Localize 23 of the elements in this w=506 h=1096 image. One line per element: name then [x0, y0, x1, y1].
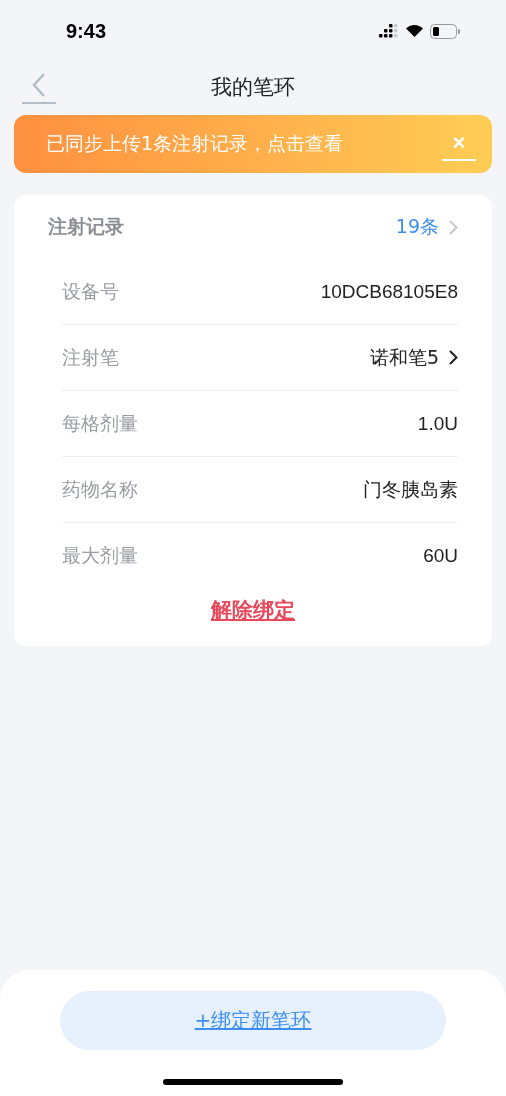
row-label: 注射笔: [62, 344, 119, 370]
bind-button[interactable]: +绑定新笔环: [60, 991, 446, 1050]
row-value: 10DCB68105E8: [320, 280, 458, 303]
row-label: 药物名称: [62, 476, 138, 502]
chevron-icon: [449, 219, 458, 235]
row-value: 1.0U: [417, 412, 458, 435]
battery-icon: [430, 23, 460, 39]
row-label: 每格剂量: [62, 410, 138, 436]
row-label: 设备号: [62, 278, 119, 304]
chevron-icon: [449, 350, 458, 365]
section-title: 注射记录: [48, 214, 124, 239]
banner-text: 已同步上传1条注射记录，点击查看: [46, 131, 344, 156]
unbind-link[interactable]: 解除绑定: [211, 596, 295, 624]
records-link[interactable]: 19条: [395, 214, 458, 240]
wifi-icon: [405, 24, 424, 38]
pen-link[interactable]: 诺和笔5: [369, 344, 458, 371]
signal-icon: [379, 24, 399, 38]
row-label: 最大剂量: [62, 542, 138, 568]
status-time: 9:43: [66, 19, 107, 43]
sync-banner[interactable]: 已同步上传1条注射记录，点击查看 ×: [14, 115, 492, 173]
row-value: 门冬胰岛素: [363, 477, 458, 502]
page-title: 我的笔环: [211, 74, 295, 101]
row-value: 60U: [423, 544, 458, 567]
